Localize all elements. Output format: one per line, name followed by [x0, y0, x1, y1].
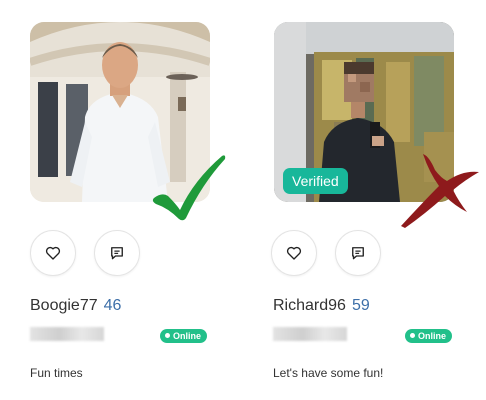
verified-badge: Verified — [283, 168, 348, 194]
location-redacted — [30, 327, 104, 341]
profile-bio: Let's have some fun! — [273, 366, 384, 380]
checkmark-icon-graphic — [152, 155, 226, 221]
name-age-row: Boogie77 46 — [30, 297, 121, 315]
heart-icon — [286, 246, 302, 260]
message-icon — [111, 247, 123, 260]
checkmark-icon — [150, 152, 228, 224]
profile-card[interactable]: Verified Richard96 59 Online Let's have s… — [243, 0, 483, 400]
cross-icon — [395, 148, 481, 228]
message-button[interactable] — [94, 230, 140, 276]
online-dot-icon — [165, 333, 170, 338]
like-button[interactable] — [271, 230, 317, 276]
message-icon — [352, 247, 364, 260]
location-redacted — [273, 327, 347, 341]
username[interactable]: Boogie77 — [30, 297, 98, 314]
message-button[interactable] — [335, 230, 381, 276]
profile-actions — [271, 230, 411, 278]
heart-icon — [45, 246, 61, 260]
age: 46 — [103, 297, 122, 314]
username[interactable]: Richard96 — [273, 297, 346, 314]
online-dot-icon — [410, 333, 415, 338]
online-status-label: Online — [173, 331, 202, 341]
profile-card[interactable]: Boogie77 46 Online Fun times — [0, 0, 240, 400]
like-button[interactable] — [30, 230, 76, 276]
name-age-row: Richard96 59 — [273, 297, 370, 315]
profile-actions — [30, 230, 170, 278]
cross-icon-graphic — [401, 154, 479, 228]
age: 59 — [351, 297, 370, 314]
online-status-badge: Online — [160, 329, 208, 343]
online-status-label: Online — [418, 331, 447, 341]
online-status-badge: Online — [405, 329, 453, 343]
profile-bio: Fun times — [30, 366, 83, 380]
